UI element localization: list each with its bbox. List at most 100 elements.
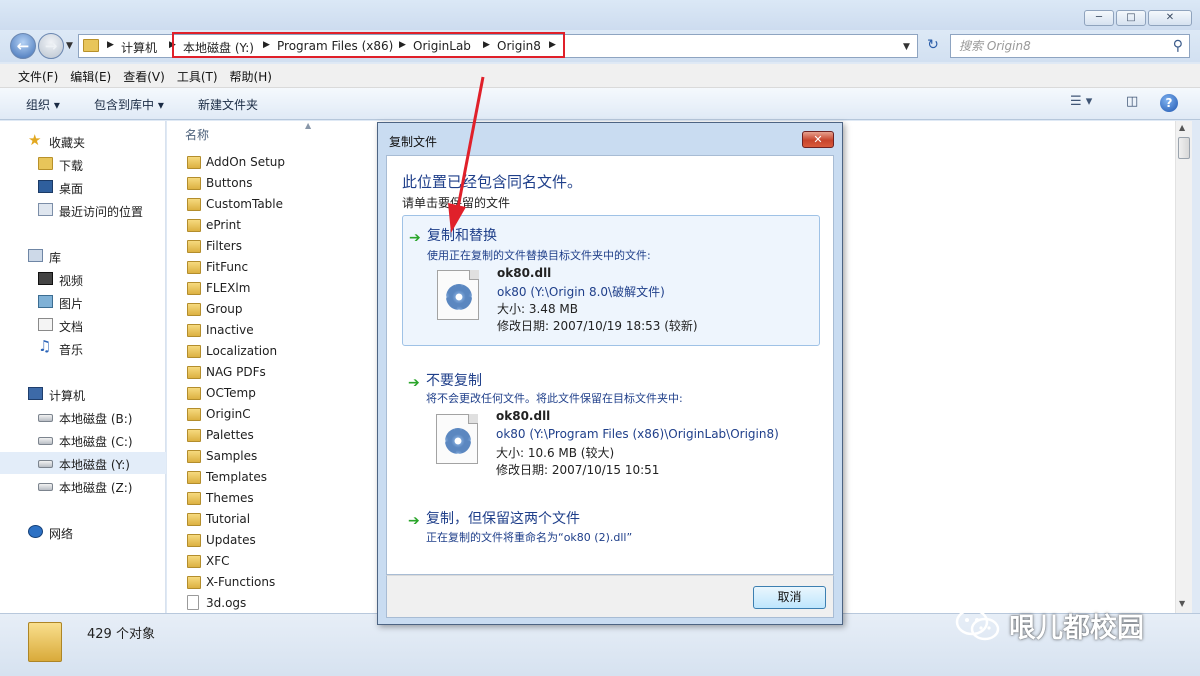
folder-icon xyxy=(187,492,201,505)
option-description: 将不会更改任何文件。将此文件保留在目标文件夹中: xyxy=(426,392,683,405)
sort-arrow-icon: ▲ xyxy=(305,121,312,130)
nav-label: 本地磁盘 (B:) xyxy=(59,412,133,426)
file-name: Buttons xyxy=(206,176,253,190)
option-copy-keep-both[interactable]: ➔ 复制，但保留这两个文件 正在复制的文件将重命名为“ok80 (2).dll” xyxy=(402,499,820,549)
nav-drive-b[interactable]: 本地磁盘 (B:) xyxy=(0,406,166,428)
annotation-arrow xyxy=(448,76,485,233)
address-history-dropdown[interactable]: ▼ xyxy=(903,42,910,52)
file-name: Samples xyxy=(206,449,258,463)
maximize-button[interactable]: □ xyxy=(1116,10,1146,26)
file-name: FitFunc xyxy=(206,260,249,274)
option-title: 不要复制 xyxy=(426,373,482,389)
search-box[interactable]: ⚲ xyxy=(950,34,1190,58)
nav-label: 音乐 xyxy=(59,343,84,357)
file-name: AddOn Setup xyxy=(206,155,286,169)
file-path: ok80 (Y:\Program Files (x86)\OriginLab\O… xyxy=(496,427,779,441)
folder-icon xyxy=(187,576,201,589)
file-name: OCTemp xyxy=(206,386,256,400)
search-input[interactable] xyxy=(951,35,1151,57)
folder-icon xyxy=(187,513,201,526)
file-size: 大小: 3.48 MB xyxy=(497,302,578,316)
column-header-name[interactable]: 名称 xyxy=(185,126,209,143)
breadcrumb-computer[interactable]: 计算机 xyxy=(121,39,157,56)
folder-icon xyxy=(187,471,201,484)
nav-pictures[interactable]: 图片 xyxy=(0,291,166,313)
nav-network[interactable]: 网络 xyxy=(0,521,166,543)
wechat-logo-icon xyxy=(955,608,1000,641)
folder-icon xyxy=(187,198,201,211)
nav-videos[interactable]: 视频 xyxy=(0,268,166,290)
folder-icon xyxy=(187,177,201,190)
nav-label: 最近访问的位置 xyxy=(59,205,144,219)
nav-downloads[interactable]: 下载 xyxy=(0,153,166,175)
nav-favorites[interactable]: ★ 收藏夹 xyxy=(0,130,166,152)
gear-icon xyxy=(446,284,472,310)
file-name: Localization xyxy=(206,344,278,358)
file-date: 修改日期: 2007/10/19 18:53 (较新) xyxy=(497,319,698,333)
preview-pane-icon[interactable]: ◫ xyxy=(1126,94,1138,109)
folder-icon xyxy=(187,534,201,547)
nav-recent-places[interactable]: 最近访问的位置 xyxy=(0,199,166,221)
file-name: Filters xyxy=(206,239,242,253)
scroll-down-icon[interactable]: ▼ xyxy=(1179,599,1185,608)
menu-view[interactable]: 查看(V) xyxy=(117,64,171,87)
refresh-icon[interactable]: ↻ xyxy=(922,34,944,56)
folder-icon xyxy=(28,622,62,662)
view-options-icon[interactable]: ☰ ▾ xyxy=(1070,94,1092,109)
help-icon[interactable]: ? xyxy=(1160,94,1178,112)
library-icon xyxy=(28,249,43,262)
watermark: 哏儿都校园 xyxy=(955,605,1144,645)
nav-music[interactable]: ♫ 音乐 xyxy=(0,337,166,359)
file-name: OriginC xyxy=(206,407,251,421)
menu-help[interactable]: 帮助(H) xyxy=(224,64,278,87)
include-library-button[interactable]: 包含到库中 ▾ xyxy=(94,96,164,113)
nav-documents[interactable]: 文档 xyxy=(0,314,166,336)
dialog-close-button[interactable]: ✕ xyxy=(802,131,834,148)
close-button[interactable]: ✕ xyxy=(1148,10,1192,26)
recent-pages-dropdown[interactable]: ▼ xyxy=(66,41,73,51)
back-button[interactable]: ← xyxy=(10,33,36,59)
folder-icon xyxy=(83,39,99,52)
green-arrow-icon: ➔ xyxy=(409,230,421,246)
search-icon[interactable]: ⚲ xyxy=(1173,38,1183,54)
drive-icon xyxy=(38,483,53,491)
option-dont-copy[interactable]: ➔ 不要复制 将不会更改任何文件。将此文件保留在目标文件夹中: ok80.dll… xyxy=(402,361,820,491)
nav-label: 图片 xyxy=(59,297,84,311)
nav-drive-z[interactable]: 本地磁盘 (Z:) xyxy=(0,475,166,497)
new-folder-button[interactable]: 新建文件夹 xyxy=(198,96,258,113)
file-name: CustomTable xyxy=(206,197,284,211)
vertical-scrollbar[interactable]: ▲ ▼ xyxy=(1175,121,1192,613)
recent-places-icon xyxy=(38,203,53,216)
nav-drive-y[interactable]: 本地磁盘 (Y:) xyxy=(0,452,166,474)
folder-icon xyxy=(187,555,201,568)
green-arrow-icon: ➔ xyxy=(408,513,420,529)
nav-desktop[interactable]: 桌面 xyxy=(0,176,166,198)
file-path: ok80 (Y:\Origin 8.0\破解文件) xyxy=(497,285,665,299)
folder-icon xyxy=(187,240,201,253)
nav-computer[interactable]: 计算机 xyxy=(0,383,166,405)
menu-file[interactable]: 文件(F) xyxy=(12,64,64,87)
menu-tools[interactable]: 工具(T) xyxy=(171,64,224,87)
organize-button[interactable]: 组织 ▾ xyxy=(26,96,60,113)
file-name: Group xyxy=(206,302,243,316)
green-arrow-icon: ➔ xyxy=(408,375,420,391)
forward-button[interactable]: → xyxy=(38,33,64,59)
command-toolbar: 组织 ▾ 包含到库中 ▾ 新建文件夹 ☰ ▾ ◫ xyxy=(0,88,1200,120)
scrollbar-thumb[interactable] xyxy=(1178,137,1190,159)
scroll-up-icon[interactable]: ▲ xyxy=(1179,123,1185,132)
nav-label: 计算机 xyxy=(49,389,86,403)
nav-drive-c[interactable]: 本地磁盘 (C:) xyxy=(0,429,166,451)
nav-libraries[interactable]: 库 xyxy=(0,245,166,267)
minimize-button[interactable]: ─ xyxy=(1084,10,1114,26)
menu-edit[interactable]: 编辑(E) xyxy=(64,64,117,87)
file-size: 大小: 10.6 MB (较大) xyxy=(496,446,615,460)
music-icon: ♫ xyxy=(38,337,52,355)
file-name: XFC xyxy=(206,554,230,568)
watermark-text: 哏儿都校园 xyxy=(1009,612,1144,644)
folder-icon xyxy=(187,303,201,316)
chevron-right-icon[interactable]: ▶ xyxy=(107,40,114,50)
nav-label: 桌面 xyxy=(59,182,84,196)
nav-label: 视频 xyxy=(59,274,84,288)
gear-icon xyxy=(445,428,471,454)
cancel-button[interactable]: 取消 xyxy=(753,586,826,609)
